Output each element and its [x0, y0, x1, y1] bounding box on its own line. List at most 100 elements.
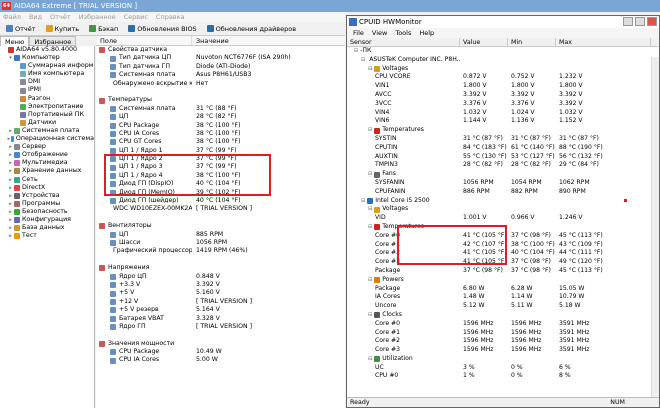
expander-icon[interactable]: ⊟ — [368, 65, 372, 74]
table-row[interactable]: Значения мощности — [96, 340, 345, 348]
toolbar-button[interactable]: Обновления BIOS — [125, 24, 199, 34]
expander-icon[interactable]: ▸ — [7, 224, 14, 232]
table-row[interactable]: +5 V резерв 5.164 V — [96, 306, 345, 314]
tree-item[interactable]: ▾ Компьютер — [0, 54, 94, 62]
tree-item[interactable]: ▸ DirectX — [0, 184, 94, 192]
sensor-row[interactable]: Package 37 °C (98 °F) 37 °C (98 °F) 45 °C (… — [347, 267, 659, 276]
expander-icon[interactable]: ▸ — [7, 232, 14, 240]
menu-item[interactable]: Help — [419, 29, 434, 37]
expander-icon[interactable]: ▸ — [7, 159, 14, 167]
menu-item[interactable]: Tools — [395, 29, 411, 37]
toolbar-button[interactable]: Обновления драйверов — [204, 24, 299, 34]
sensor-row[interactable]: Core #1 1596 MHz 1596 MHz 3591 MHz — [347, 329, 659, 338]
grid-header-field[interactable]: Поле — [96, 36, 192, 45]
sensor-row[interactable]: CPUFANIN 886 RPM 882 RPM 890 RPM — [347, 188, 659, 197]
sensor-row[interactable]: TMPIN3 28 °C (82 °F) 28 °C (82 °F) 29 °C (8… — [347, 161, 659, 170]
expander-icon[interactable]: ⊟ — [361, 197, 365, 206]
expander-icon[interactable]: ▸ — [7, 167, 14, 175]
table-row[interactable]: CPU IA Cores 5.00 W — [96, 356, 345, 364]
table-row[interactable]: Шасси 1056 RPM — [96, 239, 345, 247]
table-row[interactable]: +3.3 V 3.392 V — [96, 281, 345, 289]
expander-icon[interactable]: ▸ — [7, 151, 14, 159]
expander-icon[interactable]: ⊟ — [354, 47, 358, 56]
sensor-row[interactable]: 3VCC 3.376 V 3.376 V 3.392 V — [347, 100, 659, 109]
sensor-row[interactable]: CPUTIN 84 °C (183 °F) 61 °C (140 °F) 88 °C … — [347, 144, 659, 153]
tree-item[interactable]: ▸ Конфигурация — [0, 216, 94, 224]
menu-item[interactable]: Избранное — [79, 13, 116, 21]
table-row[interactable]: Тип датчика ГП Diode (ATI-Diode) — [96, 63, 345, 71]
tree-item[interactable]: DMI — [0, 78, 94, 86]
expander-icon[interactable]: ⊟ — [368, 276, 372, 285]
sensor-row[interactable]: CPU VCORE 0.872 V 0.752 V 1.232 V — [347, 73, 659, 82]
tree-item[interactable]: ▸ Отображение — [0, 151, 94, 159]
expander-icon[interactable]: ⊟ — [368, 311, 372, 320]
table-row[interactable]: Графический процессор 1419 RPM (46%) — [96, 247, 345, 255]
tree-item[interactable]: Датчики — [0, 119, 94, 127]
table-row[interactable]: +12 V [ TRIAL VERSION ] — [96, 298, 345, 306]
expander-icon[interactable]: ⊟ — [368, 205, 372, 214]
sensor-row[interactable]: VIN6 1.144 V 1.136 V 1.152 V — [347, 117, 659, 126]
table-row[interactable]: Тип датчика ЦП Nuvoton NCT6776F (ISA 290h… — [96, 54, 345, 62]
expander-icon[interactable]: ▸ — [7, 192, 14, 200]
sensor-row[interactable]: Core #3 1596 MHz 1596 MHz 3591 MHz — [347, 346, 659, 355]
sensor-row[interactable]: AVCC 3.392 V 3.392 V 3.392 V — [347, 91, 659, 100]
expander-icon[interactable]: ▸ — [7, 127, 14, 135]
header-min[interactable]: Min — [508, 38, 556, 46]
sensor-row[interactable]: ⊟ -ПК — [347, 47, 659, 56]
sensor-row[interactable]: Package 6.80 W 6.28 W 15.05 W — [347, 285, 659, 294]
expander-icon[interactable]: ⊟ — [368, 126, 372, 135]
table-row[interactable]: Ядро ГП [ TRIAL VERSION ] — [96, 323, 345, 331]
expander-icon[interactable]: ▸ — [7, 200, 14, 208]
sensor-row[interactable]: ⊟ Voltages — [347, 65, 659, 74]
table-row[interactable]: +5 V 5.160 V — [96, 289, 345, 297]
tree-item[interactable]: ▸ Устройства — [0, 192, 94, 200]
table-row[interactable]: CPU IA Cores 38 °C (100 °F) — [96, 130, 345, 138]
menu-item[interactable]: Файл — [3, 13, 21, 21]
sensor-row[interactable]: VIN1 1.800 V 1.800 V 1.800 V — [347, 82, 659, 91]
table-row[interactable]: CPU Package 38 °C (100 °F) — [96, 122, 345, 130]
menu-item[interactable]: Сервис — [124, 13, 148, 21]
sensor-row[interactable]: ⊟ Temperatures — [347, 126, 659, 135]
table-row[interactable]: Напряжения — [96, 264, 345, 272]
tree-item[interactable]: ▸ Сеть — [0, 176, 94, 184]
sensor-row[interactable]: Core #0 1596 MHz 1596 MHz 3591 MHz — [347, 320, 659, 329]
tree-item[interactable]: Портативный ПК — [0, 111, 94, 119]
sensor-row[interactable]: Core #2 1596 MHz 1596 MHz 3591 MHz — [347, 337, 659, 346]
sensor-row[interactable]: CPU #0 1 % 0 % 8 % — [347, 372, 659, 381]
toolbar-button[interactable]: Отчёт — [3, 24, 39, 34]
sensor-row[interactable]: Uncore 5.12 W 5.11 W 5.18 W — [347, 302, 659, 311]
table-row[interactable]: Свойства датчика — [96, 46, 345, 54]
toolbar-button[interactable]: Бэкап — [86, 24, 121, 34]
tree-item[interactable]: ▸ Операционная система — [0, 135, 94, 143]
tree-item[interactable]: ▸ Хранение данных — [0, 167, 94, 175]
table-row[interactable]: ЦП 28 °C (82 °F) — [96, 113, 345, 121]
table-row[interactable]: Вентиляторы — [96, 222, 345, 230]
menu-item[interactable]: Справка — [156, 13, 185, 21]
expander-icon[interactable]: ⊟ — [368, 355, 372, 364]
table-row[interactable]: ЦП 885 RPM — [96, 231, 345, 239]
sensor-row[interactable]: ⊟ Voltages — [347, 205, 659, 214]
expander-icon[interactable]: ⊟ — [368, 223, 372, 232]
sensor-row[interactable]: VIN4 1.032 V 1.024 V 1.032 V — [347, 109, 659, 118]
sensor-row[interactable]: AUXTIN 55 °C (130 °F) 53 °C (127 °F) 56 °C … — [347, 153, 659, 162]
maximize-button[interactable] — [635, 17, 645, 26]
expander-icon[interactable]: ▸ — [7, 216, 14, 224]
tree-item[interactable]: ▸ Системная плата — [0, 127, 94, 135]
sensor-row[interactable]: VID 1.001 V 0.966 V 1.246 V — [347, 214, 659, 223]
tree-item[interactable]: Разгон — [0, 95, 94, 103]
vertical-scrollbar[interactable] — [651, 57, 659, 398]
table-row[interactable]: Температуры — [96, 96, 345, 104]
header-max[interactable]: Max — [556, 38, 651, 46]
sensor-row[interactable]: IA Cores 1.48 W 1.14 W 10.79 W — [347, 293, 659, 302]
tree-item[interactable]: ▸ Безопасность — [0, 208, 94, 216]
tree-item[interactable]: Суммарная информ — [0, 62, 94, 70]
menu-item[interactable]: Отчёт — [50, 13, 71, 21]
expander-icon[interactable]: ⊟ — [368, 170, 372, 179]
tree-item[interactable]: IPMI — [0, 86, 94, 94]
tab-menu[interactable]: Меню — [0, 36, 30, 46]
tree-item[interactable]: ▸ Программы — [0, 200, 94, 208]
table-row[interactable]: WDC WD10EZEX-00MK2A0 [ TRIAL VERSION ] — [96, 205, 345, 213]
sensor-row[interactable]: ⊟ Utilization — [347, 355, 659, 364]
table-row[interactable]: Ядро ЦП 0.848 V — [96, 273, 345, 281]
expander-icon[interactable]: ⊟ — [361, 56, 365, 65]
